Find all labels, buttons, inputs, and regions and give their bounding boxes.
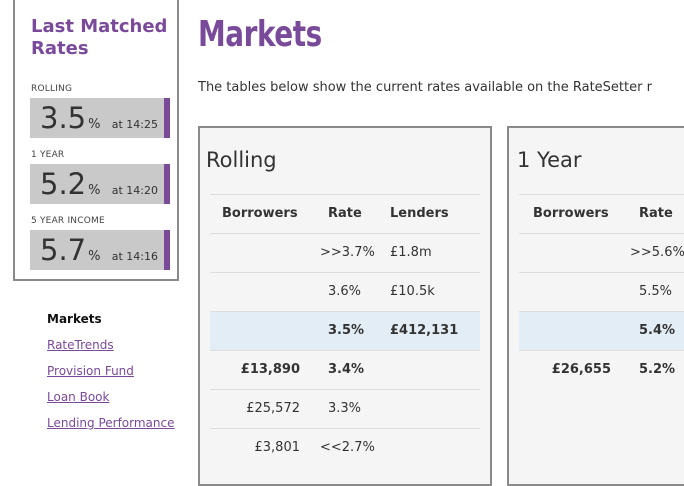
row-borrowers [519,234,611,272]
row-borrowers: £13,890 [240,362,300,377]
row-borrowers: £26,655 [551,362,611,377]
rolling-label: ROLLING [31,84,73,94]
header-borrowers: Borrowers [222,206,298,221]
row-borrowers [210,273,300,311]
table-row: £26,655 5.2% [519,350,684,389]
rolling-rate: 3.5% [40,101,101,135]
five-year-time: at 14:16 [111,250,158,263]
table-header-row: Borrowers Rate [519,194,684,233]
table-row: £25,572 3.3% [210,389,480,428]
five-year-rate: 5.7% [40,233,101,267]
nav-item-loan-book[interactable]: Loan Book [47,390,109,404]
table-header-row: Borrowers Rate Lenders [210,194,480,233]
intro-text: The tables below show the current rates … [198,80,652,95]
header-rate: Rate [328,206,362,221]
one-year-time: at 14:20 [111,184,158,197]
row-rate: <<2.7% [320,440,375,455]
row-borrowers: £25,572 [246,401,300,416]
header-rate: Rate [639,206,673,221]
table-row: £3,801 <<2.7% [210,428,480,467]
row-rate: 3.5% [328,323,365,338]
page-title: Markets [198,14,322,55]
five-year-rate-box: 5.7% at 14:16 [30,230,170,270]
rolling-panel-title: Rolling [206,148,277,172]
row-lenders: £1.8m [390,245,432,260]
one-year-label: 1 YEAR [31,150,65,160]
row-lenders: £10.5k [390,284,435,299]
table-row: >>3.7% £1.8m [210,233,480,272]
last-matched-title: Last Matched Rates [31,16,168,59]
row-rate: >>5.6% [630,245,684,260]
row-rate: 3.6% [328,284,362,299]
nav-item-ratetrends[interactable]: RateTrends [47,338,114,352]
row-borrowers [210,312,300,350]
row-rate: 3.3% [328,401,362,416]
row-rate: 5.4% [639,323,676,338]
table-row: 3.6% £10.5k [210,272,480,311]
row-rate: 5.2% [639,362,676,377]
nav-item-provision-fund[interactable]: Provision Fund [47,364,134,378]
five-year-label: 5 YEAR INCOME [31,216,105,226]
row-borrowers [519,273,611,311]
row-rate: >>3.7% [320,245,375,260]
row-rate: 5.5% [639,284,673,299]
last-matched-box: Last Matched Rates ROLLING 3.5% at 14:25… [13,0,179,281]
rolling-time: at 14:25 [111,118,158,131]
table-row: 5.5% [519,272,684,311]
one-year-rate-box: 5.2% at 14:20 [30,164,170,204]
row-lenders: £412,131 [390,323,459,338]
table-row-highlighted: 5.4% [519,311,684,350]
table-row: >>5.6% [519,233,684,272]
one-year-rate: 5.2% [40,167,101,201]
rolling-market-panel: Rolling Borrowers Rate Lenders >>3.7% £1… [198,126,492,486]
table-row: £13,890 3.4% [210,350,480,389]
nav-item-markets[interactable]: Markets [47,312,102,326]
one-year-panel-title: 1 Year [517,148,582,172]
nav-item-lending-performance[interactable]: Lending Performance [47,416,175,430]
row-borrowers [519,312,611,350]
one-year-market-panel: 1 Year Borrowers Rate >>5.6% 5.5% 5.4% £… [507,126,684,486]
table-row-highlighted: 3.5% £412,131 [210,311,480,350]
header-borrowers: Borrowers [533,206,609,221]
header-lenders: Lenders [390,206,449,221]
row-borrowers [210,234,300,272]
row-borrowers: £3,801 [254,440,301,455]
rolling-rate-box: 3.5% at 14:25 [30,98,170,138]
row-rate: 3.4% [328,362,365,377]
